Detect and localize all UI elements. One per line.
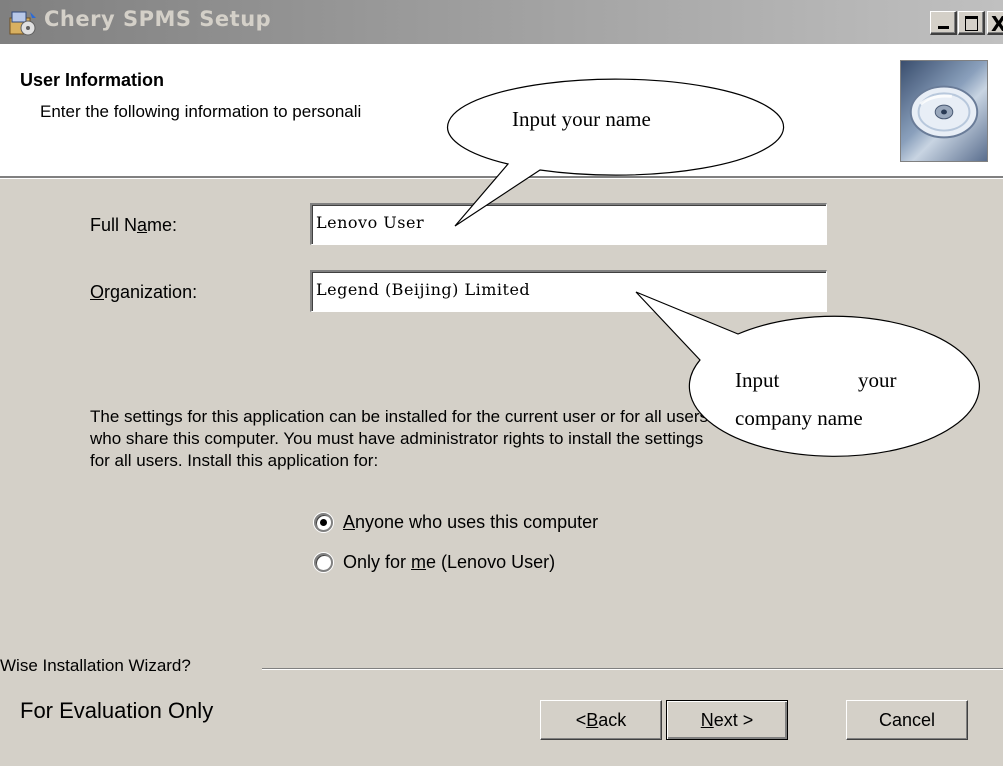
page-title: User Information	[20, 70, 165, 90]
install-scope-description: The settings for this application can be…	[90, 407, 708, 470]
next-button[interactable]: Next >	[666, 700, 788, 740]
evaluation-notice: For Evaluation Only	[20, 698, 214, 723]
radio-only-me-label: Only for me (Lenovo User)	[343, 552, 556, 572]
minimize-button[interactable]	[930, 11, 957, 35]
cd-disc-icon	[900, 60, 988, 162]
radio-anyone[interactable]: Anyone who uses this computer	[314, 512, 598, 533]
back-button[interactable]: < Back	[540, 700, 662, 740]
company-callout-text-b: your	[858, 368, 897, 392]
cancel-button[interactable]: Cancel	[846, 700, 968, 740]
maximize-button[interactable]	[958, 11, 985, 35]
wizard-label: Wise Installation Wizard?	[0, 656, 199, 676]
setup-window: Chery SPMS Setup X User Information Ente…	[0, 0, 1003, 766]
radio-unselected-icon[interactable]	[314, 553, 333, 572]
page-subtitle: Enter the following information to perso…	[40, 102, 362, 121]
name-callout-text: Input your name	[512, 107, 651, 131]
company-callout-text-a: Input	[735, 368, 780, 392]
close-button[interactable]: X	[987, 11, 1003, 36]
full-name-field[interactable]: Lenovo User	[310, 203, 827, 245]
maximize-icon	[965, 16, 978, 31]
organization-label: Organization:	[90, 282, 198, 302]
close-icon: X	[991, 12, 1003, 36]
window-title: Chery SPMS Setup	[44, 7, 272, 31]
radio-selected-icon[interactable]	[314, 513, 333, 532]
full-name-label: Full Name:	[90, 215, 178, 235]
radio-anyone-label: Anyone who uses this computer	[343, 512, 599, 532]
organization-field[interactable]: Legend (Beijing) Limited	[310, 270, 827, 312]
installer-icon	[9, 11, 36, 36]
header-panel: User Information Enter the following inf…	[0, 44, 1003, 178]
radio-only-me[interactable]: Only for me (Lenovo User)	[314, 552, 555, 573]
title-bar[interactable]: Chery SPMS Setup X	[0, 0, 1003, 44]
minimize-icon	[938, 26, 949, 29]
header-divider	[0, 178, 1003, 179]
company-callout-text-line2: company name	[735, 406, 863, 430]
footer-divider-highlight	[262, 669, 1003, 670]
